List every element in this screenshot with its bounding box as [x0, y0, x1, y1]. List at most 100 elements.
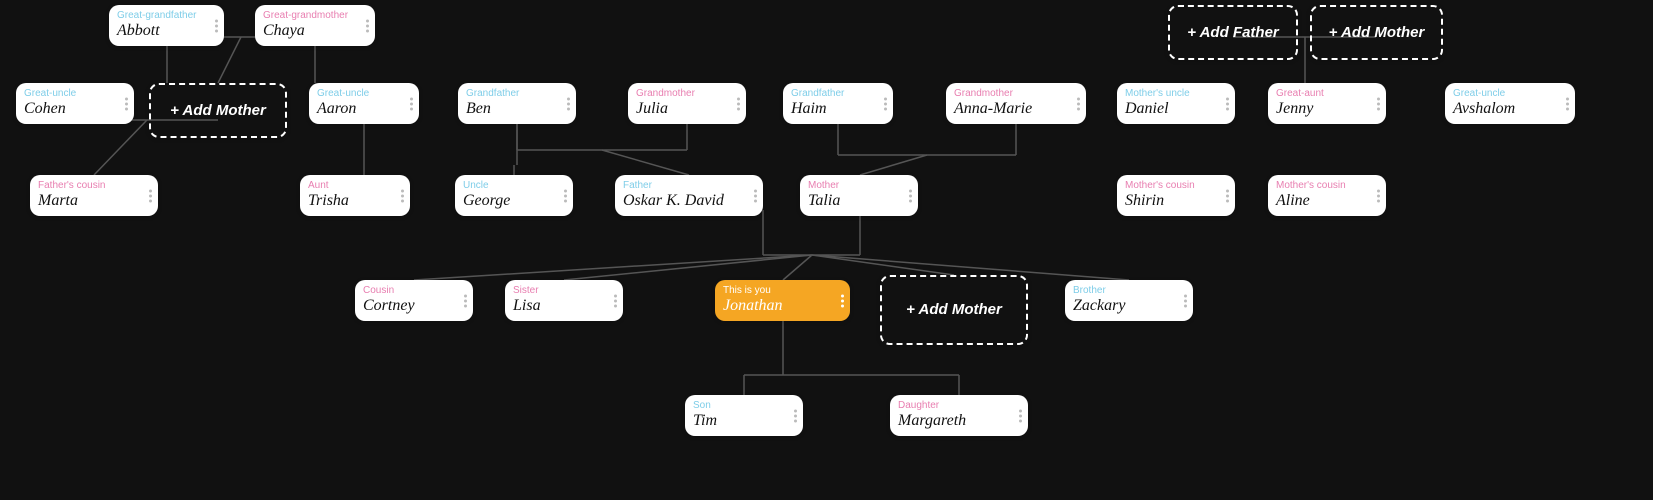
dots-grandmother-2[interactable] — [1077, 97, 1080, 110]
node-gg-add-father[interactable]: + Add Father — [1168, 5, 1298, 60]
role-fathers-cousin: Father's cousin — [38, 180, 140, 191]
connection-lines — [0, 0, 1653, 500]
dots-sister[interactable] — [614, 294, 617, 307]
node-you: This is youJonathan — [715, 280, 850, 321]
role-mother: Mother — [808, 180, 900, 191]
node-gg-mother: Great-grandmotherChaya — [255, 5, 375, 46]
role-sister: Sister — [513, 285, 605, 296]
role-gg-mother: Great-grandmother — [263, 10, 357, 21]
name-mothers-cousin-1: Shirin — [1125, 192, 1217, 210]
role-great-aunt-1: Great-aunt — [1276, 88, 1368, 99]
name-mothers-cousin-2: Aline — [1276, 192, 1368, 210]
node-great-uncle-2: Great-uncleAaron — [309, 83, 419, 124]
name-great-uncle-3: Avshalom — [1453, 100, 1557, 118]
role-mothers-cousin-1: Mother's cousin — [1125, 180, 1217, 191]
dots-son[interactable] — [794, 409, 797, 422]
dots-uncle[interactable] — [564, 189, 567, 202]
role-uncle: Uncle — [463, 180, 555, 191]
dots-you[interactable] — [841, 294, 844, 307]
name-brother: Zackary — [1073, 297, 1175, 315]
dots-mother[interactable] — [909, 189, 912, 202]
dots-aunt[interactable] — [401, 189, 404, 202]
role-cousin: Cousin — [363, 285, 455, 296]
role-grandfather-1: Grandfather — [466, 88, 558, 99]
node-gg-add-mother[interactable]: + Add Mother — [1310, 5, 1443, 60]
role-aunt: Aunt — [308, 180, 392, 191]
name-daughter: Margareth — [898, 412, 1010, 430]
node-grandfather-1: GrandfatherBen — [458, 83, 576, 124]
name-grandmother-1: Julia — [636, 100, 728, 118]
name-great-aunt-1: Jenny — [1276, 100, 1368, 118]
name-uncle: George — [463, 192, 555, 210]
name-grandfather-2: Haim — [791, 100, 875, 118]
name-mothers-uncle: Daniel — [1125, 100, 1217, 118]
node-cousin: CousinCortney — [355, 280, 473, 321]
dots-grandfather-1[interactable] — [567, 97, 570, 110]
role-brother: Brother — [1073, 285, 1175, 296]
role-you: This is you — [723, 285, 832, 296]
role-grandmother-2: Grandmother — [954, 88, 1068, 99]
node-daughter: DaughterMargareth — [890, 395, 1028, 436]
node-brother: BrotherZackary — [1065, 280, 1193, 321]
dots-great-uncle-1[interactable] — [125, 97, 128, 110]
dots-mothers-cousin-2[interactable] — [1377, 189, 1380, 202]
node-great-uncle-1: Great-uncleCohen — [16, 83, 134, 124]
node-mothers-cousin-1: Mother's cousinShirin — [1117, 175, 1235, 216]
node-great-uncle-3: Great-uncleAvshalom — [1445, 83, 1575, 124]
name-gg-father: Abbott — [117, 22, 206, 40]
dots-mothers-uncle[interactable] — [1226, 97, 1229, 110]
role-great-uncle-1: Great-uncle — [24, 88, 116, 99]
node-grandmother-1: GrandmotherJulia — [628, 83, 746, 124]
dots-great-uncle-2[interactable] — [410, 97, 413, 110]
node-mothers-uncle: Mother's uncleDaniel — [1117, 83, 1235, 124]
node-fathers-cousin: Father's cousinMarta — [30, 175, 158, 216]
name-you: Jonathan — [723, 297, 832, 315]
name-cousin: Cortney — [363, 297, 455, 315]
dots-daughter[interactable] — [1019, 409, 1022, 422]
dots-cousin[interactable] — [464, 294, 467, 307]
role-mothers-uncle: Mother's uncle — [1125, 88, 1217, 99]
node-sister: SisterLisa — [505, 280, 623, 321]
role-son: Son — [693, 400, 785, 411]
name-aunt: Trisha — [308, 192, 392, 210]
dots-gg-mother[interactable] — [366, 19, 369, 32]
node-grandfather-2: GrandfatherHaim — [783, 83, 893, 124]
name-gg-mother: Chaya — [263, 22, 357, 40]
name-sister: Lisa — [513, 297, 605, 315]
name-fathers-cousin: Marta — [38, 192, 140, 210]
role-grandmother-1: Grandmother — [636, 88, 728, 99]
name-great-uncle-2: Aaron — [317, 100, 401, 118]
name-mother: Talia — [808, 192, 900, 210]
node-aunt: AuntTrisha — [300, 175, 410, 216]
dots-fathers-cousin[interactable] — [149, 189, 152, 202]
node-add-mother-2[interactable]: + Add Mother — [880, 275, 1028, 345]
name-father: Oskar K. David — [623, 192, 745, 210]
dots-brother[interactable] — [1184, 294, 1187, 307]
node-mother: MotherTalia — [800, 175, 918, 216]
add-label-gg-add-father: + Add Father — [1187, 24, 1279, 41]
dots-mothers-cousin-1[interactable] — [1226, 189, 1229, 202]
dots-great-uncle-3[interactable] — [1566, 97, 1569, 110]
name-son: Tim — [693, 412, 785, 430]
add-label-add-mother-1: + Add Mother — [170, 102, 266, 119]
node-gg-father: Great-grandfatherAbbott — [109, 5, 224, 46]
role-mothers-cousin-2: Mother's cousin — [1276, 180, 1368, 191]
dots-gg-father[interactable] — [215, 19, 218, 32]
role-father: Father — [623, 180, 745, 191]
dots-father[interactable] — [754, 189, 757, 202]
role-grandfather-2: Grandfather — [791, 88, 875, 99]
dots-great-aunt-1[interactable] — [1377, 97, 1380, 110]
node-add-mother-1[interactable]: + Add Mother — [149, 83, 287, 138]
role-great-uncle-2: Great-uncle — [317, 88, 401, 99]
dots-grandmother-1[interactable] — [737, 97, 740, 110]
family-tree: Great-grandfatherAbbott Great-grandmother… — [0, 0, 1653, 500]
node-father: FatherOskar K. David — [615, 175, 763, 216]
name-grandmother-2: Anna-Marie — [954, 100, 1068, 118]
dots-grandfather-2[interactable] — [884, 97, 887, 110]
node-mothers-cousin-2: Mother's cousinAline — [1268, 175, 1386, 216]
node-son: SonTim — [685, 395, 803, 436]
role-gg-father: Great-grandfather — [117, 10, 206, 21]
node-grandmother-2: GrandmotherAnna-Marie — [946, 83, 1086, 124]
node-uncle: UncleGeorge — [455, 175, 573, 216]
node-great-aunt-1: Great-auntJenny — [1268, 83, 1386, 124]
